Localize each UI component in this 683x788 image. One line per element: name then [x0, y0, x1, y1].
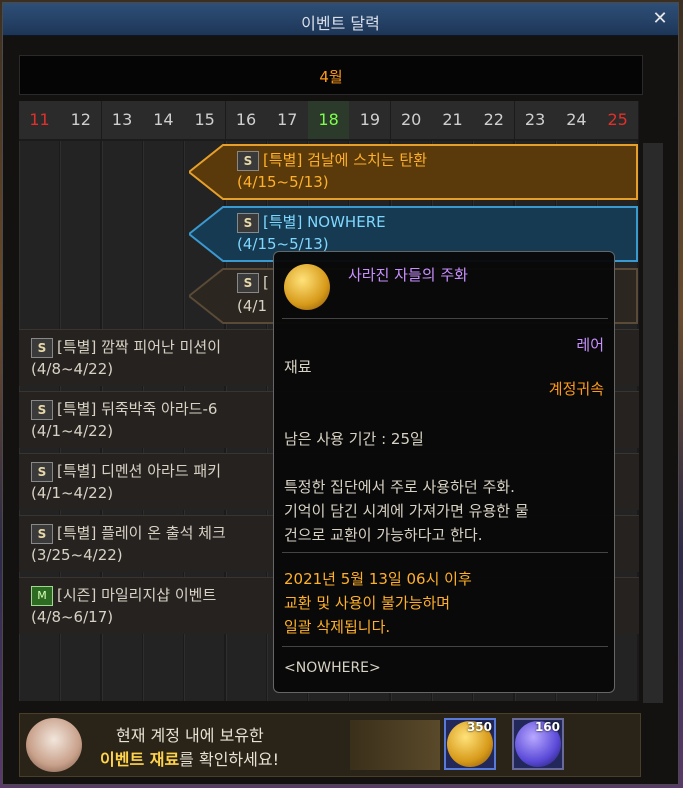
expiry-line1: 2021년 5월 13일 06시 이후: [284, 570, 472, 588]
day-17: 17: [266, 101, 309, 139]
mileage-icon: M: [31, 585, 53, 606]
coin-icon: [284, 264, 330, 310]
item-binding: 계정귀속: [548, 380, 604, 398]
day-12: 12: [60, 101, 103, 139]
divider: [282, 646, 608, 647]
remaining-period: 남은 사용 기간 : 25일: [284, 430, 424, 448]
special-s-icon: S: [31, 337, 53, 358]
banner-title: S[: [237, 273, 269, 293]
event-dates: (3/25~4/22): [31, 546, 123, 564]
banner-title: S [특별] NOWHERE: [237, 211, 386, 233]
material-slot-coin[interactable]: 350: [444, 718, 496, 770]
event-dates: (4/8~4/22): [31, 360, 114, 378]
item-count: 350: [466, 720, 492, 734]
month-bar: 4월: [19, 55, 643, 95]
special-s-icon: S: [31, 461, 53, 482]
event-dates: (4/8~6/17): [31, 608, 114, 626]
bottom-line2: 이벤트 재료를 확인하세요!: [100, 746, 279, 770]
item-type: 재료: [284, 358, 312, 376]
day-11: 11: [19, 101, 61, 139]
month-label: 4월: [319, 68, 343, 86]
day-14: 14: [142, 101, 185, 139]
divider: [282, 552, 608, 553]
banner-dates: (4/15~5/13): [237, 173, 329, 191]
window-title: 이벤트 달력: [301, 14, 380, 33]
day-16: 16: [225, 101, 268, 139]
event-title: S [특별] 플레이 온 출석 체크: [31, 522, 226, 544]
event-title: M [시즌] 마일리지샵 이벤트: [31, 584, 216, 606]
item-count: 160: [534, 720, 560, 734]
item-description-line1: 특정한 집단에서 주로 사용하던 주화.: [284, 478, 515, 496]
item-description-line3: 건으로 교환이 가능하다고 한다.: [284, 526, 483, 544]
event-title: S [특별] 디멘션 아라드 패키: [31, 460, 221, 482]
event-calendar-window: 이벤트 달력 ✕ 4월 11 12 13 14 15 16 17 18 19 20 21 22 23 24…: [2, 2, 679, 785]
arrow-decoration: [350, 720, 440, 770]
material-slot-sword[interactable]: 160: [512, 718, 564, 770]
banner-dates: (4/1: [237, 297, 267, 315]
day-22: 22: [473, 101, 516, 139]
bottom-highlight: 이벤트 재료: [100, 750, 180, 769]
day-18: 18: [308, 101, 351, 139]
special-s-icon: S: [237, 212, 259, 233]
event-dates: (4/1~4/22): [31, 422, 114, 440]
day-13: 13: [101, 101, 144, 139]
item-tooltip: 사라진 자들의 주화 레어 재료 계정귀속 남은 사용 기간 : 25일 특정한…: [273, 251, 615, 693]
bottom-rest: 를 확인하세요!: [179, 750, 279, 769]
character-portrait: [26, 718, 82, 772]
event-title: S [특별] 뒤죽박죽 아라드-6: [31, 398, 217, 420]
divider: [282, 318, 608, 319]
special-s-icon: S: [31, 523, 53, 544]
title-bar[interactable]: 이벤트 달력 ✕: [3, 3, 678, 36]
event-material-bar: 현재 계정 내에 보유한 이벤트 재료를 확인하세요! 350 160: [19, 713, 641, 777]
day-21: 21: [432, 101, 474, 139]
scrollbar[interactable]: [643, 143, 663, 703]
event-dates: (4/1~4/22): [31, 484, 114, 502]
item-rarity: 레어: [576, 336, 604, 354]
close-icon[interactable]: ✕: [650, 9, 670, 29]
day-23: 23: [514, 101, 557, 139]
special-s-icon: S: [237, 273, 259, 293]
banner-title: S [특별] 검날에 스치는 탄환: [237, 149, 427, 171]
day-25: 25: [597, 101, 639, 139]
item-source: <NOWHERE>: [284, 660, 381, 676]
bottom-line1: 현재 계정 내에 보유한: [116, 726, 264, 745]
event-title: S [특별] 깜짝 피어난 미션이: [31, 336, 221, 358]
day-19: 19: [349, 101, 392, 139]
day-20: 20: [390, 101, 433, 139]
day-15: 15: [184, 101, 227, 139]
special-s-icon: S: [31, 399, 53, 420]
expiry-line2: 교환 및 사용이 불가능하며: [284, 594, 451, 612]
special-s-icon: S: [237, 150, 259, 171]
day-24: 24: [555, 101, 598, 139]
item-name: 사라진 자들의 주화: [348, 266, 468, 284]
expiry-line3: 일괄 삭제됩니다.: [284, 618, 391, 636]
item-description-line2: 기억이 담긴 시계에 가져가면 유용한 물: [284, 502, 529, 520]
event-banner-special-1[interactable]: S [특별] 검날에 스치는 탄환 (4/15~5/13): [189, 143, 639, 201]
